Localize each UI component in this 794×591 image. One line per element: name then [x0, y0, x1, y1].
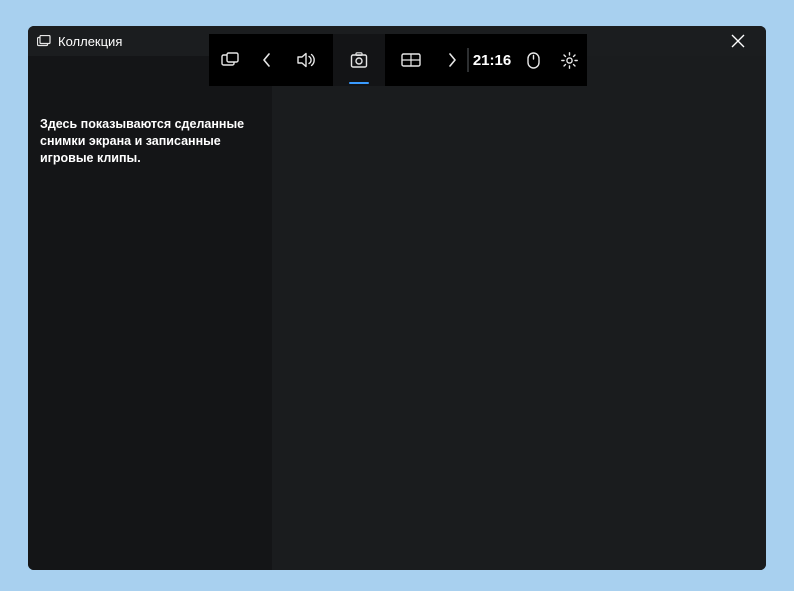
settings-button[interactable]: [551, 34, 587, 86]
content-area: Здесь показываются сделанные снимки экра…: [28, 56, 766, 570]
mouse-icon: [527, 52, 540, 69]
window-title: Коллекция: [58, 34, 122, 49]
performance-button[interactable]: [385, 34, 437, 86]
sidebar: Здесь показываются сделанные снимки экра…: [28, 56, 272, 570]
collection-window: Коллекция Здесь показываются сделанные с…: [28, 26, 766, 570]
gallery-appicon: [36, 33, 52, 49]
chevron-left-icon: [262, 53, 271, 67]
performance-icon: [401, 53, 421, 67]
close-icon: [731, 34, 745, 48]
mouse-button[interactable]: [515, 34, 551, 86]
clock-display: 21:16: [469, 34, 515, 86]
widgets-icon: [221, 52, 239, 68]
gear-icon: [561, 52, 578, 69]
capture-button[interactable]: [333, 34, 385, 86]
gamebar-toolbar: 21:16: [209, 34, 587, 86]
close-button[interactable]: [718, 26, 758, 56]
chevron-right-icon: [448, 53, 457, 67]
widgets-button[interactable]: [209, 34, 251, 86]
main-pane: [272, 56, 766, 570]
prev-button[interactable]: [251, 34, 281, 86]
audio-button[interactable]: [281, 34, 333, 86]
speaker-icon: [297, 52, 317, 68]
empty-state-text: Здесь показываются сделанные снимки экра…: [40, 116, 260, 167]
capture-icon: [350, 52, 368, 68]
next-button[interactable]: [437, 34, 467, 86]
